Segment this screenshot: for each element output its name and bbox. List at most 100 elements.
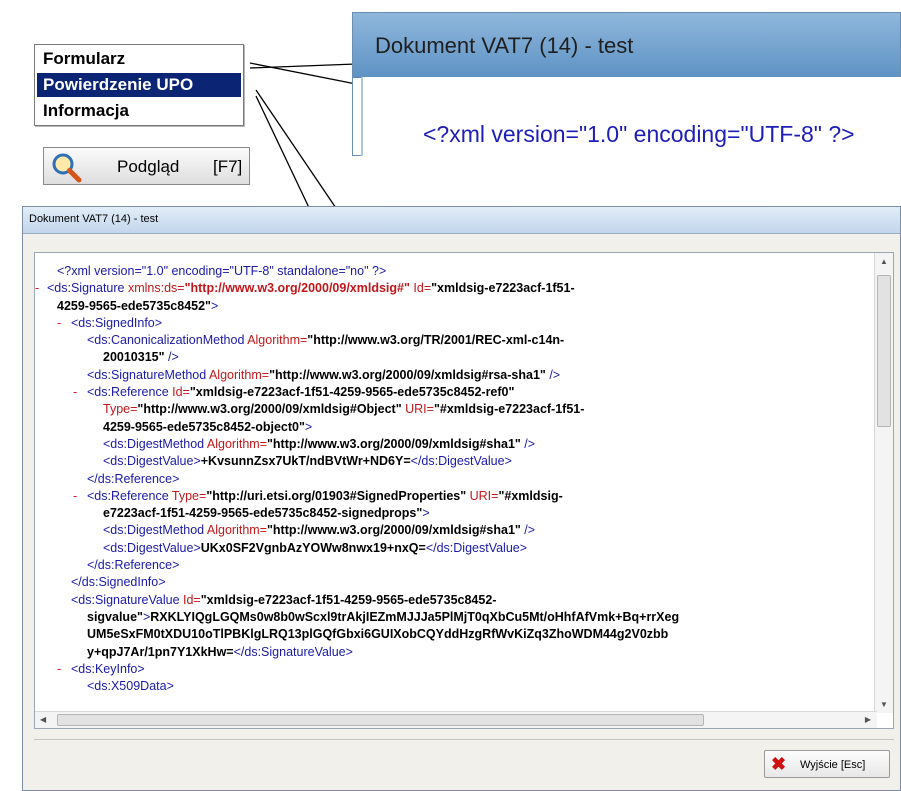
xml-tag: <ds:KeyInfo>: [71, 661, 145, 676]
xml-value: "#xmldsig-e7223acf-1f51-: [433, 402, 585, 417]
xml-value: "http://www.w3.org/2000/09/xmldsig#Objec…: [137, 402, 402, 417]
scroll-down-arrow-icon[interactable]: ▼: [880, 700, 888, 709]
xml-value: 20010315": [103, 350, 165, 365]
dialog-titlebar: Dokument VAT7 (14) - test: [23, 207, 900, 234]
xml-line: sigvalue">RXKLYIQgLGQMs0w8b0wScxl9trAkjI…: [35, 609, 875, 626]
xml-tag: />: [520, 436, 536, 451]
xml-tag: />: [520, 523, 536, 538]
xml-tag: </ds:Reference>: [87, 471, 180, 486]
xml-viewer[interactable]: <?xml version="1.0" encoding="UTF-8" sta…: [34, 252, 894, 729]
xml-value: "http://www.w3.org/2000/09/xmldsig#": [184, 281, 410, 296]
menu-item-formularz[interactable]: Formularz: [37, 47, 241, 71]
xml-tag: <ds:DigestValue>: [103, 454, 201, 469]
xml-line: <ds:DigestMethod Algorithm="http://www.w…: [35, 522, 875, 539]
xml-tag: >: [422, 506, 430, 521]
xml-value: sigvalue": [87, 609, 143, 624]
xml-line: <ds:DigestMethod Algorithm="http://www.w…: [35, 436, 875, 453]
xml-tag: </ds:SignedInfo>: [71, 575, 166, 590]
menu-item-powierdzenie-upo[interactable]: Powierdzenie UPO: [37, 73, 241, 97]
xml-text: y+qpJ7Ar/1pn7Y1XkHw=: [87, 644, 234, 659]
xml-value: 4259-9565-ede5735c8452": [57, 298, 211, 313]
zoomed-xml-declaration: <?xml version="1.0" encoding="UTF-8" ?>: [423, 121, 855, 147]
xml-tag: <ds:SignedInfo>: [71, 315, 163, 330]
xml-line: Type="http://www.w3.org/2000/09/xmldsig#…: [35, 401, 875, 418]
xml-line: e7223acf-1f51-4259-9565-ede5735c8452-sig…: [35, 505, 875, 522]
xml-line: 4259-9565-ede5735c8452">: [35, 298, 875, 315]
xml-line: 4259-9565-ede5735c8452-object0">: [35, 419, 875, 436]
horizontal-scrollbar[interactable]: ◀ ▶: [35, 711, 877, 728]
exit-button[interactable]: ✖ Wyjście [Esc]: [764, 750, 890, 778]
xml-tag: >: [304, 419, 313, 434]
vertical-scrollbar[interactable]: ▲ ▼: [874, 253, 893, 713]
xml-value: e7223acf-1f51-4259-9565-ede5735c8452-sig…: [103, 506, 423, 521]
xml-tag: <ds:DigestMethod: [103, 523, 205, 538]
xml-tag: <ds:SignatureValue: [71, 592, 180, 607]
preview-button-label: Podgląd: [117, 157, 180, 176]
xml-tag: <ds:DigestMethod: [103, 436, 205, 451]
dialog-button-bar: ✖ Wyjście [Esc]: [34, 739, 894, 784]
xml-tag: <ds:SignatureMethod: [87, 367, 207, 382]
xml-tag: </ds:DigestValue>: [410, 454, 512, 469]
xml-text: +KvsunnZsx7UkT/ndBVtWr+ND6Y=: [200, 454, 411, 469]
xml-attr: Id=: [179, 592, 201, 607]
horizontal-scroll-thumb[interactable]: [57, 714, 704, 726]
menu-list: Formularz Powierdzenie UPO Informacja: [34, 44, 244, 126]
xml-value: "xmldsig-e7223acf-1f51-4259-9565-ede5735…: [189, 385, 515, 400]
menu-item-informacja[interactable]: Informacja: [37, 99, 241, 123]
xml-tag: <ds:X509Data>: [87, 679, 174, 694]
scroll-up-arrow-icon[interactable]: ▲: [880, 257, 888, 266]
xml-line: </ds:Reference>: [35, 557, 875, 574]
xml-value: "http://www.w3.org/2000/09/xmldsig#rsa-s…: [269, 367, 546, 382]
xml-attr: Id=: [168, 385, 190, 400]
xml-line: y+qpJ7Ar/1pn7Y1XkHw=</ds:SignatureValue>: [35, 644, 875, 661]
xml-line: <ds:DigestValue>+KvsunnZsx7UkT/ndBVtWr+N…: [35, 453, 875, 470]
xml-tag: <ds:Reference: [87, 488, 169, 503]
exit-button-label: Wyjście [Esc]: [800, 759, 866, 771]
scroll-right-arrow-icon[interactable]: ▶: [865, 715, 871, 724]
zoomed-window-titlebar: Dokument VAT7 (14) - test: [353, 13, 900, 78]
xml-value: "http://www.w3.org/2000/09/xmldsig#sha1": [267, 436, 521, 451]
xml-value: "http://www.w3.org/2000/09/xmldsig#sha1": [267, 523, 521, 538]
xml-line: - <ds:Reference Type="http://uri.etsi.org…: [35, 488, 875, 505]
collapse-toggle[interactable]: -: [35, 280, 39, 297]
xml-tag: </ds:Reference>: [87, 558, 180, 573]
xml-line: <ds:CanonicalizationMethod Algorithm="ht…: [35, 332, 875, 349]
xml-value: "#xmldsig-: [498, 488, 563, 503]
xml-value: "xmldsig-e7223acf-1f51-4259-9565-ede5735…: [200, 592, 497, 607]
collapse-toggle[interactable]: -: [57, 661, 61, 678]
xml-line: - <ds:KeyInfo>: [35, 661, 875, 678]
xml-tag: <ds:Signature: [47, 281, 125, 296]
magnifier-icon: [52, 153, 82, 183]
xml-tag: </ds:DigestValue>: [425, 540, 528, 555]
xml-text: RXKLYIQgLGQMs0w8b0wScxl9trAkjIEZmMJJJa5P…: [150, 609, 680, 624]
close-x-icon: ✖: [771, 754, 787, 774]
xml-tag: />: [545, 367, 561, 382]
xml-line: - <ds:Reference Id="xmldsig-e7223acf-1f51…: [35, 384, 875, 401]
xml-value: "http://www.w3.org/TR/2001/REC-xml-c14n-: [307, 333, 565, 348]
xml-attr: xmlns:ds=: [124, 281, 185, 296]
collapse-toggle[interactable]: -: [57, 315, 61, 332]
zoomed-window-title: Dokument VAT7 (14) - test: [375, 33, 634, 58]
xml-attr: URI=: [401, 402, 434, 417]
xml-tag: >: [210, 298, 219, 313]
xml-text: UKx0SF2VgnbAzYOWw8nwx19+nxQ=: [200, 540, 426, 555]
xml-attr: Algorithm=: [204, 436, 267, 451]
xml-line: </ds:Reference>: [35, 471, 875, 488]
xml-attr: Algorithm=: [244, 333, 308, 348]
xml-tag: </ds:SignatureValue>: [233, 644, 353, 659]
collapse-toggle[interactable]: -: [73, 384, 77, 401]
xml-line: 20010315" />: [35, 349, 875, 366]
xml-line: </ds:SignedInfo>: [35, 574, 875, 591]
xml-text: UM5eSxFM0tXDU10oTlPBKlgLRQ13plGQfGbxi6GU…: [87, 627, 669, 642]
xml-content: <?xml version="1.0" encoding="UTF-8" sta…: [35, 263, 875, 695]
zoomed-window: Dokument VAT7 (14) - test <?xml version=…: [352, 12, 901, 156]
xml-line: <ds:X509Data>: [35, 678, 875, 695]
vertical-scroll-thumb[interactable]: [877, 275, 891, 427]
xml-tag: />: [164, 350, 179, 365]
collapse-toggle[interactable]: -: [73, 488, 77, 505]
scroll-left-arrow-icon[interactable]: ◀: [40, 715, 46, 724]
zoomed-window-content: <?xml version="1.0" encoding="UTF-8" ?>: [361, 77, 901, 156]
xml-tag: <ds:CanonicalizationMethod: [87, 333, 245, 348]
xml-value: "xmldsig-e7223acf-1f51-: [431, 281, 575, 296]
preview-button[interactable]: Podgląd [F7]: [43, 147, 250, 185]
